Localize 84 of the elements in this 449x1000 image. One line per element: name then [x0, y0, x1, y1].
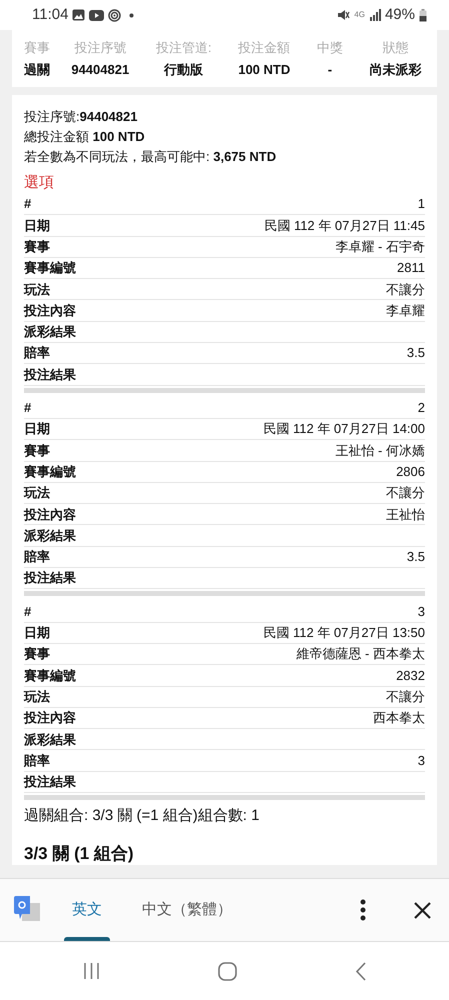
language-tab[interactable]: 中文（繁體）	[134, 879, 240, 941]
row-label: 玩法	[24, 484, 50, 502]
row-label: 派彩結果	[24, 526, 76, 545]
row-label: 賽事	[24, 238, 50, 256]
row-label: 日期	[24, 420, 50, 438]
table-cell-text: 尚未派彩	[368, 60, 423, 78]
row-label: 玩法	[24, 688, 50, 706]
language-tab[interactable]: 英文	[64, 879, 110, 941]
column-header: 賽事	[24, 39, 50, 57]
row-value: 2	[418, 399, 425, 418]
row-label: 賠率	[24, 344, 50, 362]
row-value: 民國 112 年 07月27日 14:00	[263, 420, 425, 438]
detail-line: 總投注金額 100 NTD	[24, 128, 146, 146]
row-label: 投注結果	[24, 773, 76, 792]
detail-line: 若全數為不同玩法，最高可能中: 3,675 NTD	[24, 148, 278, 166]
row-label: 賠率	[24, 548, 50, 566]
row-value: 維帝德薩恩 - 西本拳太	[296, 645, 425, 664]
battery-icon	[419, 8, 427, 22]
column-header: 投注金額	[237, 39, 292, 57]
home-icon[interactable]	[218, 962, 237, 980]
row-label: #	[24, 195, 32, 214]
combination-text: 過關組合: 3/3 關 (=1 組合)組合數: 1	[24, 806, 260, 826]
row-label: 投注結果	[24, 366, 76, 384]
column-header: 投注管道:	[154, 39, 213, 57]
row-label: #	[24, 602, 32, 621]
section-title: 選項	[24, 173, 55, 193]
combination-heading: 3/3 關 (1 組合)	[24, 843, 135, 866]
row-value: 民國 112 年 07月27日 11:45	[264, 216, 425, 235]
row-label: 日期	[24, 624, 50, 642]
row-value: 3.5	[406, 548, 425, 566]
row-label: 賽事編號	[24, 462, 76, 481]
row-value: 2832	[396, 666, 425, 685]
row-value: 王祉怡	[386, 506, 425, 524]
row-label: 賽事	[24, 442, 50, 460]
row-value: 民國 112 年 07月27日 13:50	[263, 624, 425, 642]
network-label: 4G	[354, 11, 365, 19]
row-label: 投注結果	[24, 569, 76, 588]
row-value: 西本拳太	[373, 709, 425, 728]
target-icon	[108, 8, 122, 22]
recent-apps-icon[interactable]	[83, 963, 100, 979]
dot-icon	[129, 12, 134, 18]
row-label: 玩法	[24, 280, 50, 299]
column-header: 投注序號	[73, 39, 128, 57]
translate-icon[interactable]	[14, 896, 40, 924]
close-icon[interactable]	[414, 902, 431, 918]
row-value: 李卓耀 - 石宇奇	[335, 238, 425, 256]
image-icon	[72, 9, 86, 21]
row-label: 派彩結果	[24, 730, 76, 749]
row-value: 2811	[397, 259, 425, 278]
table-cell-text: 94404821	[70, 60, 130, 78]
row-value: 2806	[396, 462, 425, 481]
table-cell-text: 過關	[24, 60, 50, 78]
table-cell-text: 100 NTD	[237, 60, 292, 78]
more-options-icon[interactable]	[360, 899, 366, 921]
row-label: 派彩結果	[24, 323, 76, 342]
row-value: 1	[418, 195, 425, 214]
row-value: 不讓分	[386, 688, 425, 706]
signal-icon	[368, 9, 381, 21]
row-label: 賽事編號	[24, 666, 76, 685]
row-value: 3.5	[406, 344, 425, 362]
row-value: 3	[418, 602, 425, 621]
row-value: 不讓分	[386, 484, 425, 502]
row-label: 日期	[24, 216, 50, 235]
back-icon[interactable]	[355, 962, 366, 980]
row-value: 3	[418, 752, 425, 770]
row-value: 王祉怡 - 何冰嬌	[335, 442, 425, 460]
row-label: 賽事	[24, 645, 50, 664]
clock-time: 11:04	[32, 4, 68, 25]
row-value: 不讓分	[386, 280, 425, 299]
table-cell-text: 行動版	[162, 60, 204, 78]
battery-percent: 49%	[384, 4, 415, 25]
detail-line: 投注序號:94404821	[24, 108, 138, 126]
mute-icon	[337, 9, 350, 21]
column-header: 中獎	[316, 39, 344, 57]
play-icon	[89, 10, 104, 20]
row-value: 李卓耀	[386, 302, 425, 320]
row-label: 投注內容	[24, 709, 76, 728]
column-header: 狀態	[382, 39, 410, 57]
table-cell-text: -	[326, 60, 334, 78]
row-label: 投注內容	[24, 302, 76, 320]
row-label: 投注內容	[24, 506, 76, 524]
row-label: #	[24, 399, 32, 418]
row-label: 賠率	[24, 752, 50, 770]
row-label: 賽事編號	[24, 259, 76, 278]
